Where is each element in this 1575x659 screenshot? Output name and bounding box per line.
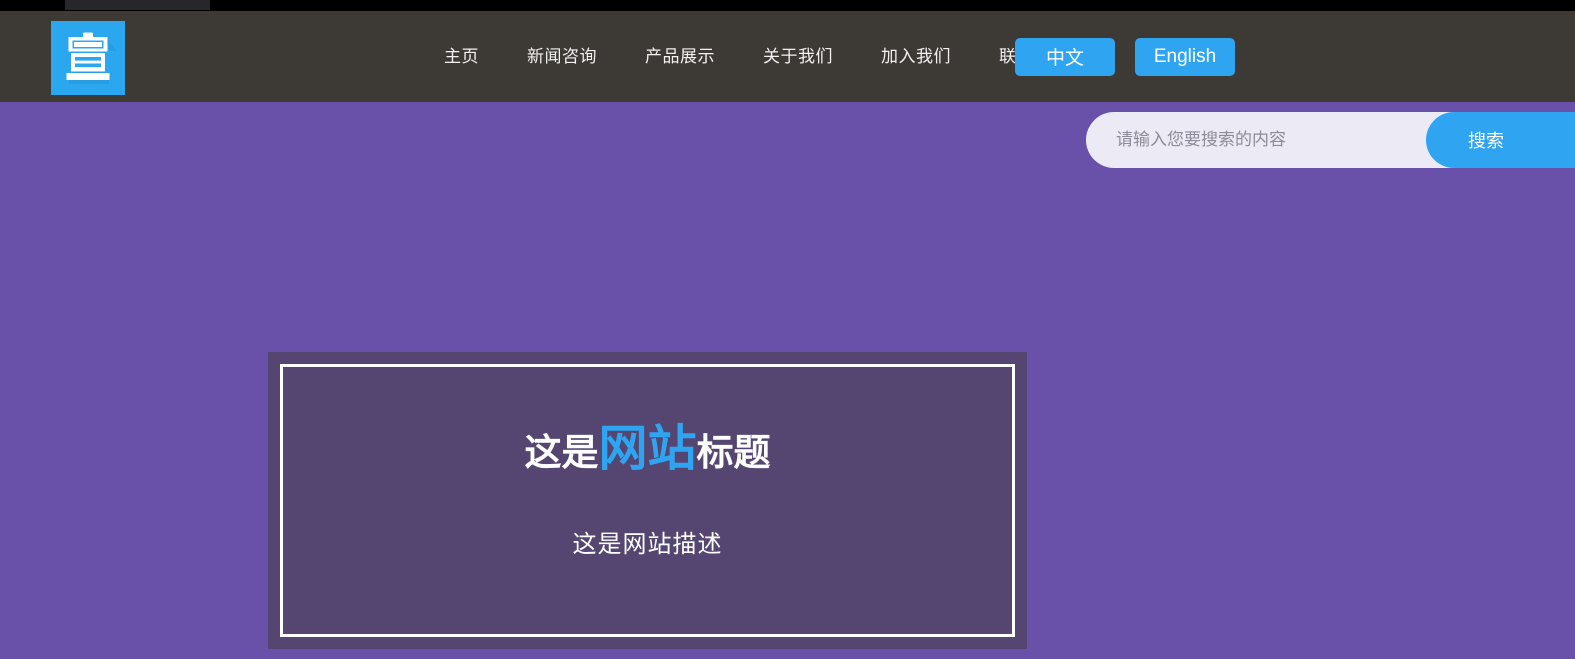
nav-item-about[interactable]: 关于我们: [739, 48, 857, 65]
hero-card-inner-frame: 这是 网站 标题 这是网站描述: [280, 364, 1015, 637]
search-bar: 搜索: [1086, 112, 1575, 168]
clipboard-icon: [66, 32, 117, 84]
hero-section: 搜索 这是 网站 标题 这是网站描述: [0, 102, 1575, 659]
hero-card: 这是 网站 标题 这是网站描述: [268, 352, 1027, 649]
site-logo[interactable]: [51, 21, 125, 95]
search-button[interactable]: 搜索: [1426, 112, 1575, 168]
hero-title-accent: 网站: [598, 422, 697, 476]
language-button-english[interactable]: English: [1135, 37, 1235, 76]
site-header: 主页 新闻咨询 产品展示 关于我们 加入我们 联系我们 中文 English: [0, 11, 1575, 102]
main-navigation: 主页 新闻咨询 产品展示 关于我们 加入我们 联系我们: [420, 11, 1093, 102]
hero-title-suffix: 标题: [696, 432, 771, 473]
nav-item-join[interactable]: 加入我们: [857, 48, 975, 65]
language-switcher: 中文 English: [1015, 11, 1235, 102]
browser-active-tab[interactable]: [65, 0, 210, 10]
search-input[interactable]: [1086, 112, 1458, 168]
hero-title-prefix: 这是: [524, 432, 599, 473]
browser-tab-strip: [0, 0, 1575, 11]
nav-item-products[interactable]: 产品展示: [621, 48, 739, 65]
nav-item-news[interactable]: 新闻咨询: [503, 48, 621, 65]
page-root: 主页 新闻咨询 产品展示 关于我们 加入我们 联系我们 中文 English 搜…: [0, 0, 1575, 659]
hero-description: 这是网站描述: [572, 531, 723, 558]
hero-title: 这是 网站 标题: [524, 425, 770, 474]
nav-item-home[interactable]: 主页: [420, 48, 503, 65]
language-button-chinese[interactable]: 中文: [1015, 37, 1115, 76]
